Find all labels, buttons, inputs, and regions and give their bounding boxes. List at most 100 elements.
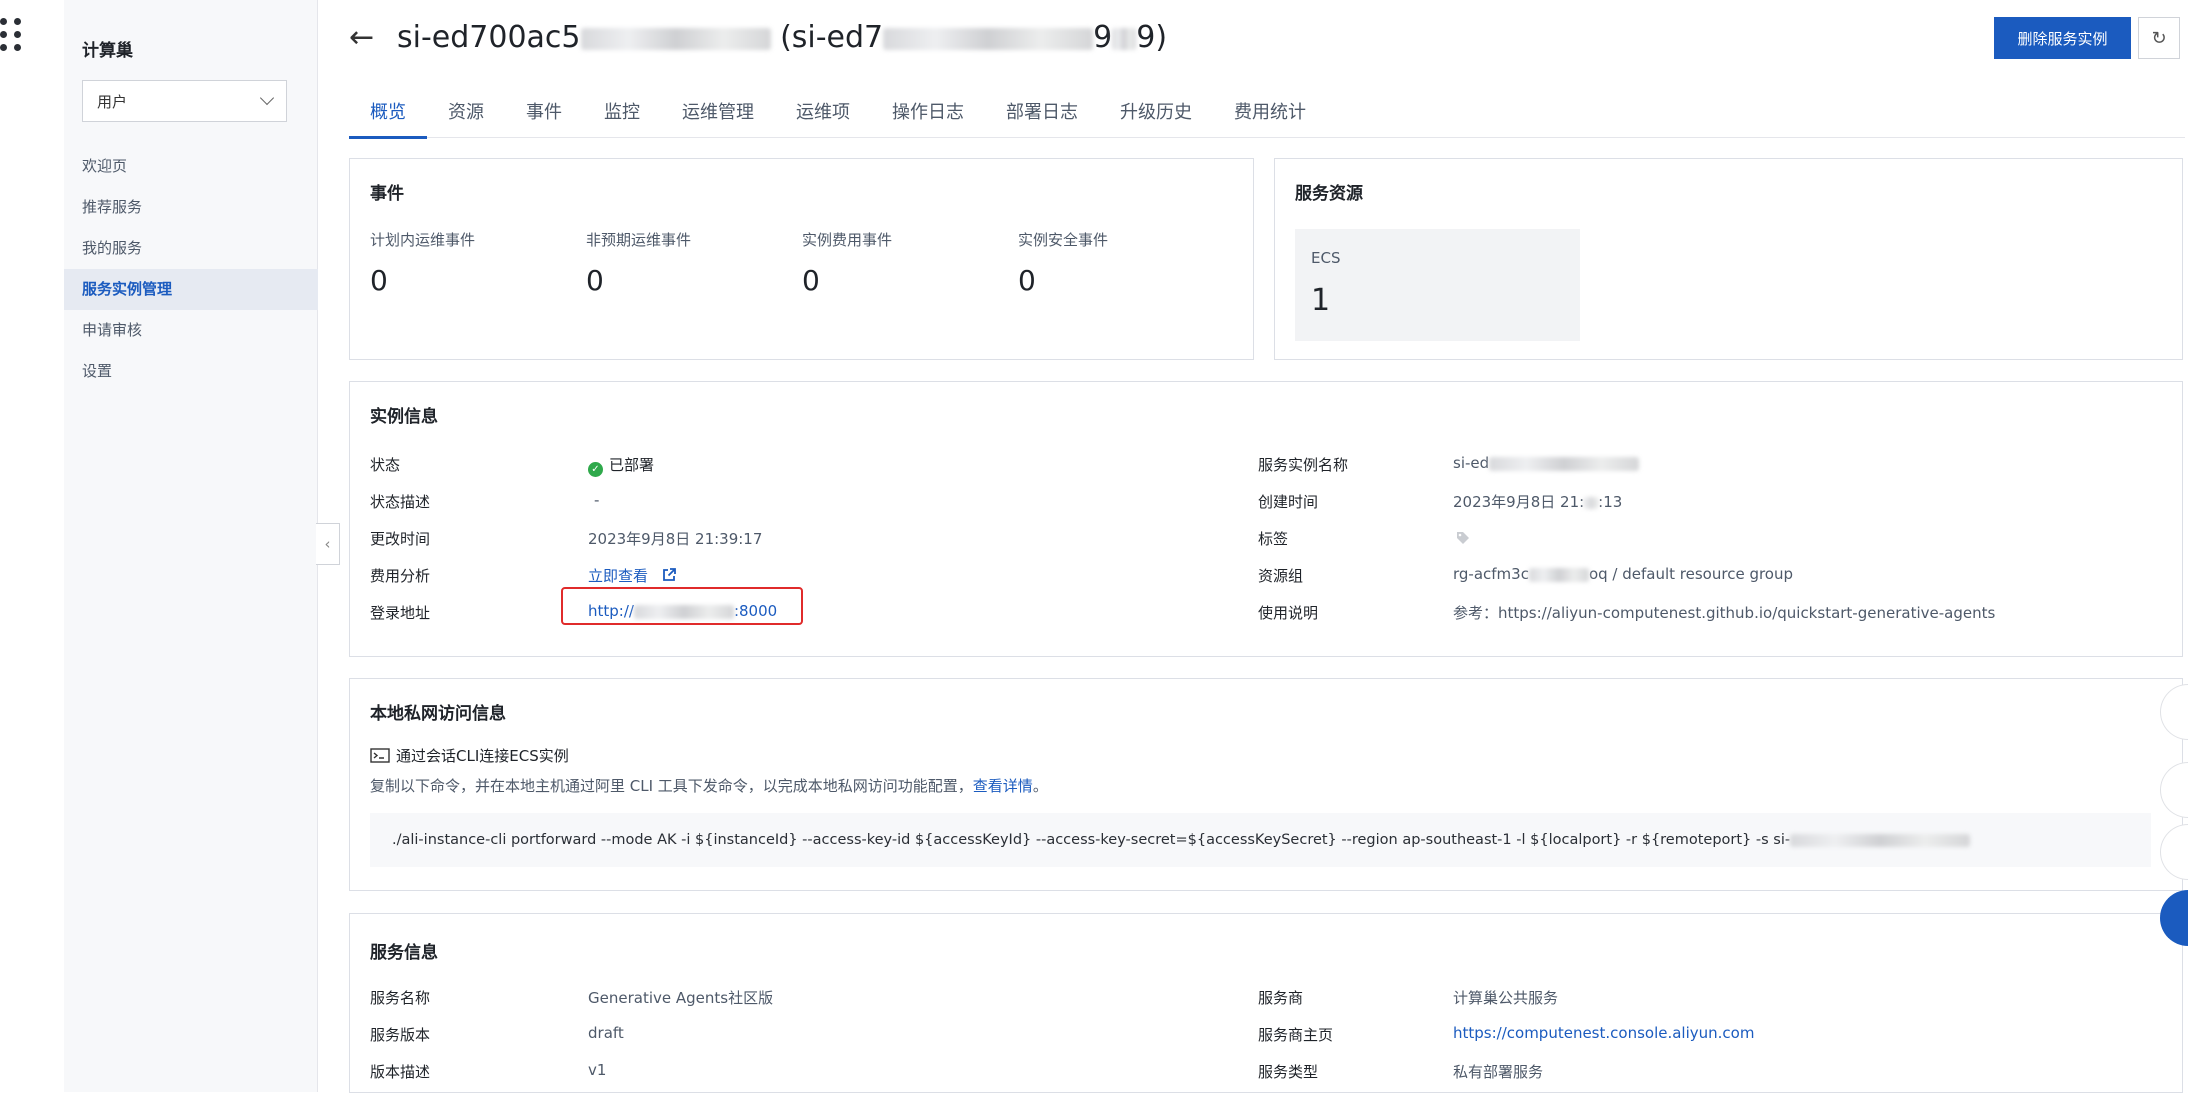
status-desc-label: 状态描述 <box>370 493 431 511</box>
tab-upgrade-history[interactable]: 升级历史 <box>1099 96 1213 138</box>
service-resources-card: 服务资源 ECS 1 <box>1274 158 2183 360</box>
tab-deploy-logs[interactable]: 部署日志 <box>985 96 1099 138</box>
view-details-link[interactable]: 查看详情 <box>973 777 1033 795</box>
check-circle-icon: ✓ <box>588 462 603 477</box>
tab-overview[interactable]: 概览 <box>349 96 427 139</box>
provider-label: 服务商 <box>1258 989 1304 1007</box>
event-stat: 实例安全事件 0 <box>1018 229 1108 297</box>
chevron-left-icon: ‹ <box>324 535 331 553</box>
title-end: 9) <box>1136 20 1168 55</box>
event-stat-value: 0 <box>1018 264 1036 297</box>
status-desc-value: - <box>594 491 600 509</box>
event-stat-value: 0 <box>370 264 388 297</box>
service-type-label: 服务类型 <box>1258 1063 1319 1081</box>
cli-command-box[interactable]: ./ali-instance-cli portforward --mode AK… <box>370 813 2151 867</box>
sidebar-collapse-button[interactable]: ‹ <box>316 523 340 565</box>
role-select[interactable]: 用户 <box>82 80 287 122</box>
sidebar-item-settings[interactable]: 设置 <box>64 351 318 392</box>
redacted-text <box>1489 456 1640 471</box>
events-card-title: 事件 <box>370 184 404 204</box>
redacted-text <box>580 27 771 50</box>
event-stat: 非预期运维事件 0 <box>586 229 691 297</box>
sidebar-item-recommended[interactable]: 推荐服务 <box>64 187 318 228</box>
tab-resources[interactable]: 资源 <box>427 96 505 138</box>
login-address-label: 登录地址 <box>370 604 431 622</box>
service-name-label: 服务名称 <box>370 989 431 1007</box>
instance-info-card: 实例信息 状态 ✓ 已部署 状态描述 - 更改时间 2023年9月8日 21:39… <box>349 381 2183 657</box>
cli-command-text: ./ali-instance-cli portforward --mode AK… <box>392 832 1791 848</box>
chevron-down-icon <box>259 90 275 106</box>
main-content: ← si-ed700ac5 (si-ed7 9 9) 删除服务实例 ↻ 概览 资源 … <box>345 0 2188 1108</box>
tab-operation-logs[interactable]: 操作日志 <box>871 96 985 138</box>
login-address-highlight <box>561 587 803 625</box>
ecs-count: 1 <box>1311 283 1331 318</box>
terminal-icon <box>370 748 390 763</box>
resource-group-suffix: oq / default resource group <box>1588 565 1794 583</box>
event-stat-value: 0 <box>802 264 820 297</box>
instance-name-label: 服务实例名称 <box>1258 456 1349 474</box>
cost-analysis-label: 费用分析 <box>370 567 431 585</box>
tab-ops-management[interactable]: 运维管理 <box>661 96 775 138</box>
status-text: 已部署 <box>609 456 655 474</box>
status-value: ✓ 已部署 <box>588 454 654 477</box>
redacted-text <box>1528 567 1589 582</box>
redacted-text <box>883 27 1094 50</box>
provider-value: 计算巢公共服务 <box>1453 989 1559 1007</box>
provider-homepage-link[interactable]: https://computenest.console.aliyun.com <box>1453 1024 1754 1042</box>
redacted-text <box>1790 833 1971 847</box>
cost-analysis-value: 立即查看 <box>588 565 677 586</box>
instance-name-value: si-ed <box>1453 454 1640 472</box>
sidebar-item-instance-management[interactable]: 服务实例管理 <box>64 269 318 310</box>
ecs-label: ECS <box>1311 249 1341 267</box>
usage-label: 使用说明 <box>1258 604 1319 622</box>
tab-events[interactable]: 事件 <box>505 96 583 138</box>
refresh-button[interactable]: ↻ <box>2138 17 2180 59</box>
view-now-link[interactable]: 立即查看 <box>588 567 648 585</box>
service-version-label: 服务版本 <box>370 1026 431 1044</box>
instance-name-text: si-ed <box>1453 454 1490 472</box>
modified-time-value: 2023年9月8日 21:39:17 <box>588 530 763 548</box>
title-suffix: 9 <box>1093 20 1113 55</box>
instance-info-title: 实例信息 <box>370 407 438 427</box>
created-time-end: :13 <box>1598 493 1623 511</box>
sidebar-nav: 欢迎页 推荐服务 我的服务 服务实例管理 申请审核 设置 <box>64 146 318 392</box>
sidebar-item-welcome[interactable]: 欢迎页 <box>64 146 318 187</box>
service-resources-title: 服务资源 <box>1295 184 1363 204</box>
event-stat-label: 计划内运维事件 <box>370 231 476 249</box>
event-stat-label: 实例费用事件 <box>802 231 893 249</box>
refresh-icon: ↻ <box>2151 27 2167 49</box>
sidebar-item-my-services[interactable]: 我的服务 <box>64 228 318 269</box>
tab-bar: 概览 资源 事件 监控 运维管理 运维项 操作日志 部署日志 升级历史 费用统计 <box>349 96 2185 139</box>
tab-cost-statistics[interactable]: 费用统计 <box>1213 96 1327 138</box>
redacted-text <box>1584 496 1599 509</box>
page-header: ← si-ed700ac5 (si-ed7 9 9) 删除服务实例 ↻ <box>345 14 2185 62</box>
sidebar-item-review[interactable]: 申请审核 <box>64 310 318 351</box>
version-desc-label: 版本描述 <box>370 1063 431 1081</box>
cli-description-end: 。 <box>1032 777 1048 795</box>
created-time-text: 2023年9月8日 21: <box>1453 493 1585 511</box>
service-info-title: 服务信息 <box>370 943 438 963</box>
event-stat: 计划内运维事件 0 <box>370 229 475 297</box>
cli-subtitle-text: 通过会话CLI连接ECS实例 <box>396 747 569 765</box>
status-label: 状态 <box>370 456 401 474</box>
resource-group-value: rg-acfm3c oq / default resource group <box>1453 565 1793 583</box>
event-stat-label: 实例安全事件 <box>1018 231 1109 249</box>
redacted-text <box>1112 27 1137 50</box>
modified-time-label: 更改时间 <box>370 530 431 548</box>
app-launcher-icon[interactable] <box>0 18 26 54</box>
resource-group-prefix: rg-acfm3c <box>1453 565 1529 583</box>
tag-icon[interactable] <box>1455 530 1471 546</box>
tab-ops-items[interactable]: 运维项 <box>775 96 871 138</box>
delete-instance-button[interactable]: 删除服务实例 <box>1994 17 2131 59</box>
event-stat: 实例费用事件 0 <box>802 229 892 297</box>
service-name-value: Generative Agents社区版 <box>588 989 774 1007</box>
tab-monitoring[interactable]: 监控 <box>583 96 661 138</box>
back-arrow-icon[interactable]: ← <box>349 20 374 55</box>
ecs-resource-tile[interactable]: ECS 1 <box>1295 229 1580 341</box>
created-time-label: 创建时间 <box>1258 493 1319 511</box>
event-stat-value: 0 <box>586 264 604 297</box>
sidebar-title: 计算巢 <box>82 41 133 61</box>
external-link-icon[interactable] <box>661 567 677 583</box>
cli-description: 复制以下命令，并在本地主机通过阿里 CLI 工具下发命令，以完成本地私网访问功能… <box>370 775 1048 796</box>
tag-label: 标签 <box>1258 530 1289 548</box>
